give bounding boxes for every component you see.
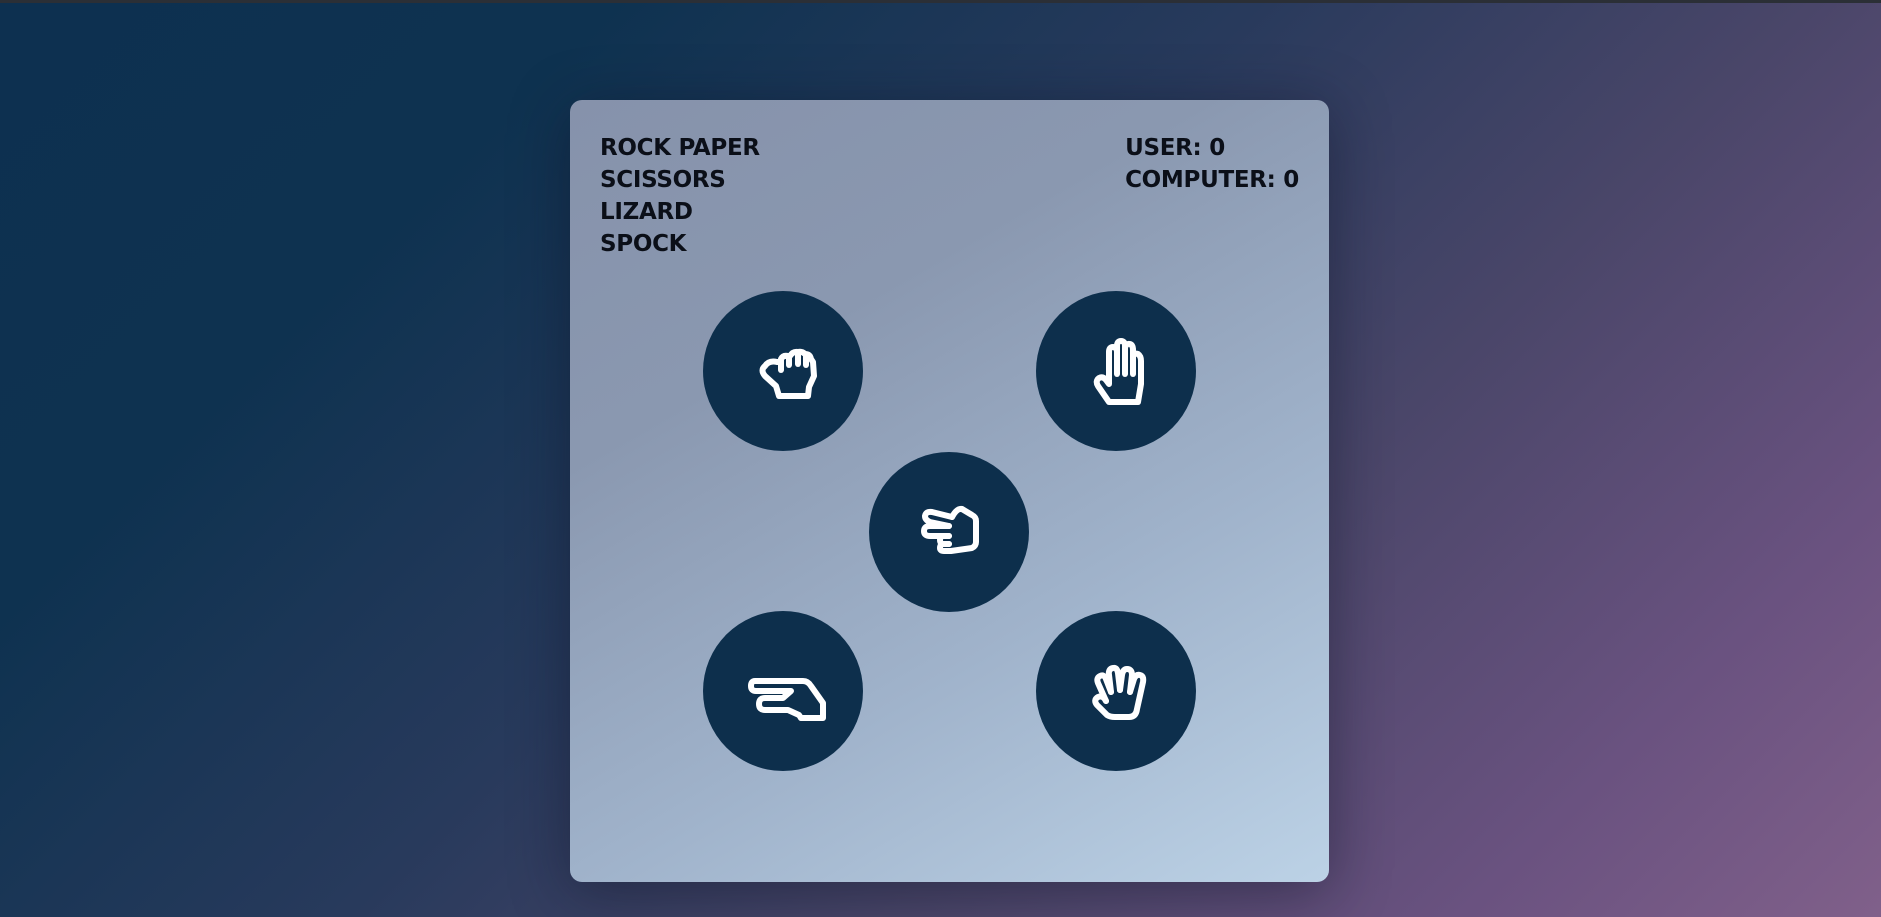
scoreboard: USER: 0 COMPUTER: 0 <box>1125 132 1299 196</box>
paper-button[interactable] <box>1036 291 1196 451</box>
game-title-line: SPOCK <box>600 231 687 257</box>
computer-score: COMPUTER: 0 <box>1125 164 1299 196</box>
user-score-value: 0 <box>1209 135 1225 161</box>
rock-button[interactable] <box>703 291 863 451</box>
lizard-button[interactable] <box>703 611 863 771</box>
game-card: ROCK PAPER SCISSORS LIZARD SPOCK USER: 0… <box>570 100 1329 882</box>
user-score-label: USER: <box>1125 135 1202 161</box>
hand-lizard-icon <box>748 678 826 721</box>
spock-button[interactable] <box>1036 611 1196 771</box>
scissors-button[interactable] <box>869 452 1029 612</box>
user-score: USER: 0 <box>1125 132 1299 164</box>
game-title: ROCK PAPER SCISSORS LIZARD SPOCK <box>600 132 760 260</box>
game-title-line: SCISSORS <box>600 167 726 193</box>
hand-spock-icon <box>1092 664 1147 720</box>
computer-score-value: 0 <box>1283 167 1299 193</box>
computer-score-label: COMPUTER: <box>1125 167 1276 193</box>
game-title-line: LIZARD <box>600 199 693 225</box>
game-title-line: ROCK PAPER <box>600 135 760 161</box>
hand-scissors-icon <box>921 505 979 554</box>
hand-rock-icon <box>759 348 817 399</box>
hand-paper-icon <box>1093 338 1144 405</box>
window-top-border <box>0 0 1881 3</box>
